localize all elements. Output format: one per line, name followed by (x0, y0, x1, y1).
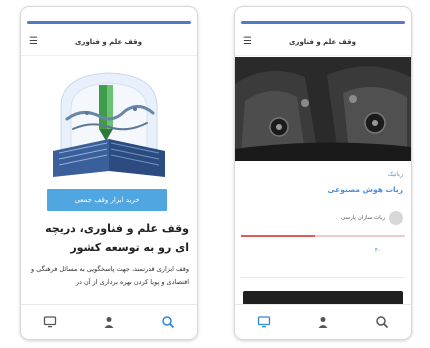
left-phone-screen: ☰ وقف علم و فناوری خرید ابزار وقف جمعی و… (20, 6, 198, 340)
app-header: ☰ وقف علم و فناوری (235, 29, 411, 56)
user-icon (318, 316, 328, 328)
header-title: وقف علم و فناوری (289, 38, 356, 46)
search-icon (161, 315, 174, 328)
header-title: وقف علم و فناوری (75, 38, 142, 46)
next-course-thumbnail[interactable] (243, 291, 403, 305)
progress-fill (241, 235, 315, 237)
nav-item-search[interactable] (161, 315, 175, 330)
stat-item (241, 247, 295, 257)
app-header: ☰ وقف علم و فناوری (21, 29, 197, 56)
divider (241, 277, 405, 278)
menu-icon[interactable]: ☰ (243, 37, 252, 47)
nav-item-search[interactable] (375, 315, 389, 330)
buy-waqf-button[interactable]: خرید ابزار وقف جمعی (47, 189, 167, 211)
status-bar (27, 21, 191, 24)
stat-value: ۴۰ (374, 247, 382, 254)
monitor-icon (258, 315, 271, 327)
nav-item-user[interactable] (102, 315, 116, 330)
page-headline: وقف علم و فناوری، دریچه ای رو به توسعه ک… (45, 222, 189, 254)
status-bar (241, 21, 405, 24)
monitor-icon (44, 315, 57, 327)
menu-icon[interactable]: ☰ (29, 37, 38, 47)
course-stats: ۴۰ (241, 247, 405, 257)
nav-item-video[interactable] (257, 315, 271, 330)
search-icon (375, 315, 388, 328)
stat-item (296, 247, 350, 257)
stat-item: ۴۰ (351, 247, 405, 257)
instructor-info[interactable]: ربات سازان پارسی (341, 211, 403, 225)
nav-item-video[interactable] (43, 315, 57, 330)
intro-paragraph: وقف ابزاری قدرتمند، جهت پاسخگویی به مسائ… (31, 265, 189, 286)
bottom-navigation (235, 304, 411, 339)
avatar (389, 211, 403, 225)
right-phone-screen: ☰ وقف علم و فناوری رباتیک ربات هوش مصنوع… (234, 6, 412, 340)
waqf-logo-graphic (53, 72, 165, 177)
course-category[interactable]: رباتیک (388, 171, 403, 178)
robot-photo (235, 57, 411, 161)
bottom-navigation (21, 304, 197, 339)
course-title[interactable]: ربات هوش مصنوعی (328, 185, 403, 194)
waqf-logo (43, 67, 175, 179)
course-hero-image (235, 57, 411, 161)
instructor-name: ربات سازان پارسی (340, 215, 385, 221)
nav-item-user[interactable] (316, 315, 330, 330)
user-icon (104, 316, 114, 328)
progress-bar (241, 235, 405, 237)
